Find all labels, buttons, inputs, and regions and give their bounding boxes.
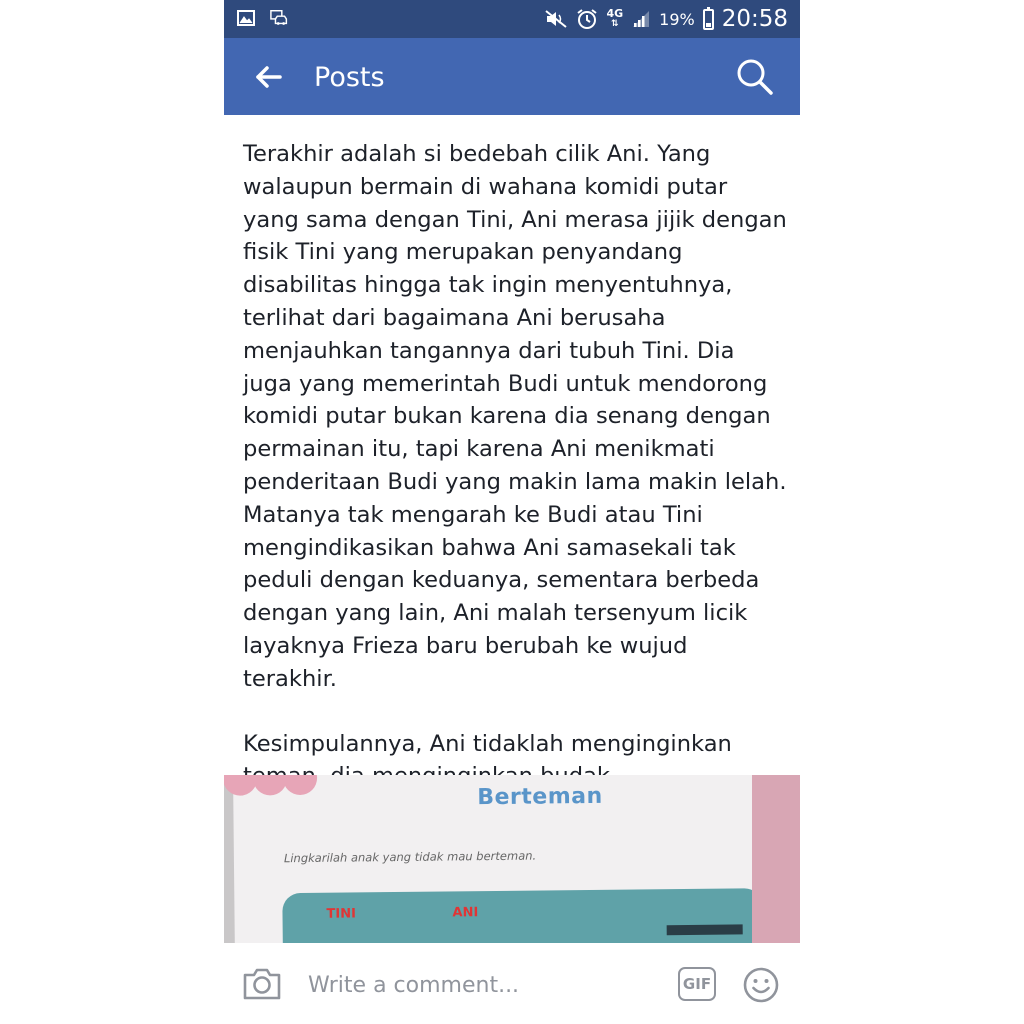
decoration xyxy=(282,775,318,796)
page-title: Posts xyxy=(314,62,385,93)
battery-percent: 19% xyxy=(659,9,695,29)
status-bar: 4G ⇅ 19% 20:58 xyxy=(224,0,800,38)
emoji-icon[interactable] xyxy=(742,966,780,1004)
alarm-icon xyxy=(577,9,598,29)
signal-icon xyxy=(633,11,650,27)
nav-bar: Posts xyxy=(224,38,800,115)
worksheet-page: Berteman Lingkarilah anak yang tidak mau… xyxy=(224,775,764,943)
comment-bar: GIF xyxy=(224,943,800,1024)
name-label-tini: TINI xyxy=(326,906,357,922)
decoration xyxy=(666,924,743,936)
back-arrow-icon[interactable] xyxy=(252,60,286,94)
status-right: 4G ⇅ 19% 20:58 xyxy=(544,4,788,34)
comment-input[interactable] xyxy=(308,969,628,1001)
clock: 20:58 xyxy=(721,6,788,32)
worksheet-title: Berteman xyxy=(477,783,603,811)
image-icon xyxy=(237,10,255,26)
mute-icon xyxy=(545,10,568,28)
post-text: Terakhir adalah si bedebah cilik Ani. Ya… xyxy=(243,138,788,793)
status-left-icons xyxy=(236,8,290,28)
gif-button[interactable]: GIF xyxy=(678,967,716,1001)
name-label-ani: ANI xyxy=(452,905,479,921)
phone-screen: 4G ⇅ 19% 20:58 Posts Terakhir adalah si … xyxy=(224,0,800,1024)
post-paragraph: Terakhir adalah si bedebah cilik Ani. Ya… xyxy=(243,141,787,692)
car-icon xyxy=(270,9,288,25)
decoration xyxy=(752,775,800,943)
network-type: 4G ⇅ xyxy=(606,7,624,29)
post-image[interactable]: Berteman Lingkarilah anak yang tidak mau… xyxy=(224,775,800,943)
camera-icon[interactable] xyxy=(242,966,282,1002)
search-icon[interactable] xyxy=(734,56,776,98)
battery-icon xyxy=(702,6,714,30)
worksheet-instruction: Lingkarilah anak yang tidak mau berteman… xyxy=(283,848,537,866)
